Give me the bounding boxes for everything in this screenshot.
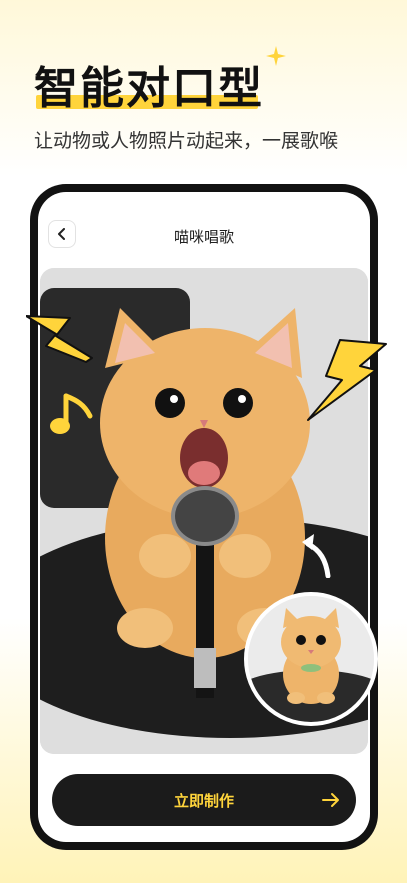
source-photo-thumbnail [244, 592, 378, 726]
curved-arrow-icon [302, 534, 331, 578]
phone-screen: 喵咪唱歌 立即制作 [38, 192, 370, 842]
subtitle: 让动物或人物照片动起来，一展歌喉 [34, 130, 339, 152]
music-note-icon [50, 393, 93, 434]
headline: 智能对口型 [34, 63, 264, 114]
make-now-button[interactable]: 立即制作 [52, 774, 356, 826]
arrow-right-icon [322, 793, 339, 807]
lightning-bolt-icon [26, 315, 93, 363]
lightning-bolt-icon [307, 339, 387, 421]
nav-title: 喵咪唱歌 [173, 228, 234, 246]
make-now-label: 立即制作 [173, 792, 234, 810]
sparkle-icon [266, 46, 286, 66]
